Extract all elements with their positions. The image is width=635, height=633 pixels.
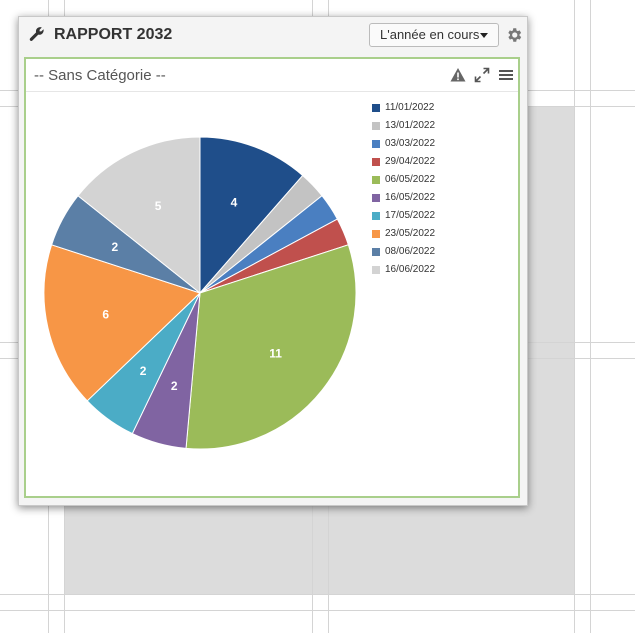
- legend-item[interactable]: 13/01/2022: [372, 117, 435, 135]
- grid-line: [590, 0, 591, 633]
- data-label: 11: [269, 346, 282, 360]
- data-label: 2: [111, 240, 118, 254]
- legend-label: 17/05/2022: [385, 210, 436, 221]
- legend-swatch: [372, 194, 380, 202]
- pie-chart: 4 11 2 2 6 2 5: [43, 136, 357, 450]
- period-dropdown[interactable]: L'année en cours: [369, 23, 499, 47]
- legend-label: 29/04/2022: [385, 156, 436, 167]
- widget-header: RAPPORT 2032 L'année en cours: [19, 17, 527, 53]
- legend-item[interactable]: 03/03/2022: [372, 135, 435, 153]
- chevron-down-icon: [480, 33, 488, 38]
- data-label: 4: [231, 195, 238, 209]
- legend-item[interactable]: 06/05/2022: [372, 171, 435, 189]
- legend-swatch: [372, 158, 380, 166]
- legend-item[interactable]: 23/05/2022: [372, 225, 435, 243]
- legend-label: 13/01/2022: [385, 120, 436, 131]
- legend-label: 16/06/2022: [385, 264, 436, 275]
- chart-legend: 11/01/2022 13/01/2022 03/03/2022 29/04/2022…: [372, 99, 435, 279]
- gear-icon[interactable]: [505, 26, 523, 44]
- legend-swatch: [372, 104, 380, 112]
- period-dropdown-label: L'année en cours: [380, 27, 480, 42]
- grid-line: [0, 610, 635, 611]
- legend-label: 03/03/2022: [385, 138, 436, 149]
- legend-item[interactable]: 17/05/2022: [372, 207, 435, 225]
- legend-label: 11/01/2022: [385, 102, 435, 113]
- legend-swatch: [372, 140, 380, 148]
- legend-label: 16/05/2022: [385, 192, 436, 203]
- legend-item[interactable]: 29/04/2022: [372, 153, 435, 171]
- legend-label: 08/06/2022: [385, 246, 436, 257]
- widget-title: RAPPORT 2032: [54, 26, 173, 43]
- legend-item[interactable]: 08/06/2022: [372, 243, 435, 261]
- grid-line: [0, 594, 635, 595]
- legend-swatch: [372, 122, 380, 130]
- chart-panel: -- Sans Catégorie -- 4 11 2 2 6 2 5 11/01/2022…: [24, 57, 520, 498]
- data-label: 2: [140, 364, 147, 378]
- data-label: 6: [102, 308, 109, 322]
- report-widget: RAPPORT 2032 L'année en cours -- Sans Ca…: [18, 16, 528, 506]
- legend-label: 23/05/2022: [385, 228, 436, 239]
- grid-line: [574, 0, 575, 633]
- wrench-icon: [29, 27, 44, 41]
- legend-label: 06/05/2022: [385, 174, 436, 185]
- legend-item[interactable]: 11/01/2022: [372, 99, 435, 117]
- legend-swatch: [372, 230, 380, 238]
- legend-swatch: [372, 212, 380, 220]
- legend-swatch: [372, 248, 380, 256]
- legend-swatch: [372, 266, 380, 274]
- legend-swatch: [372, 176, 380, 184]
- legend-item[interactable]: 16/06/2022: [372, 261, 435, 279]
- data-label: 5: [155, 199, 162, 213]
- legend-item[interactable]: 16/05/2022: [372, 189, 435, 207]
- data-label: 2: [171, 379, 178, 393]
